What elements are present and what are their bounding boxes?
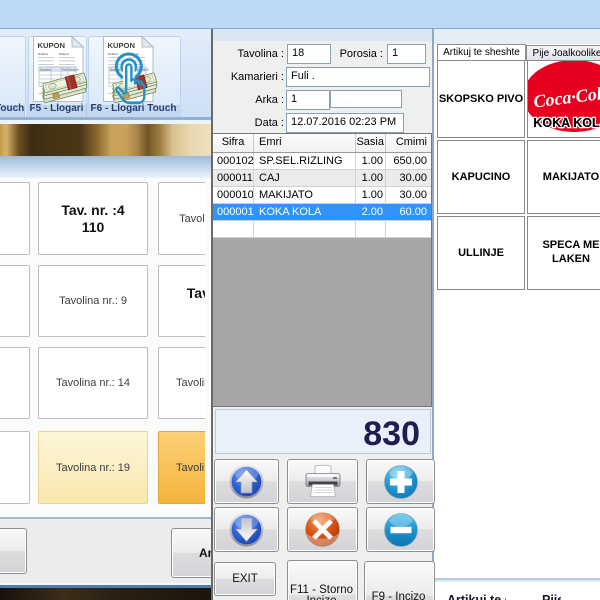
- svg-text:KUPON: KUPON: [38, 41, 65, 50]
- svg-text:Quantity: Quantity: [40, 67, 51, 71]
- svg-text:Ship to: Ship to: [59, 52, 69, 56]
- svg-text:Amount: Amount: [69, 67, 79, 71]
- svg-text:KOKA KOLA: KOKA KOLA: [533, 116, 600, 130]
- svg-text:Sold to: Sold to: [38, 52, 48, 56]
